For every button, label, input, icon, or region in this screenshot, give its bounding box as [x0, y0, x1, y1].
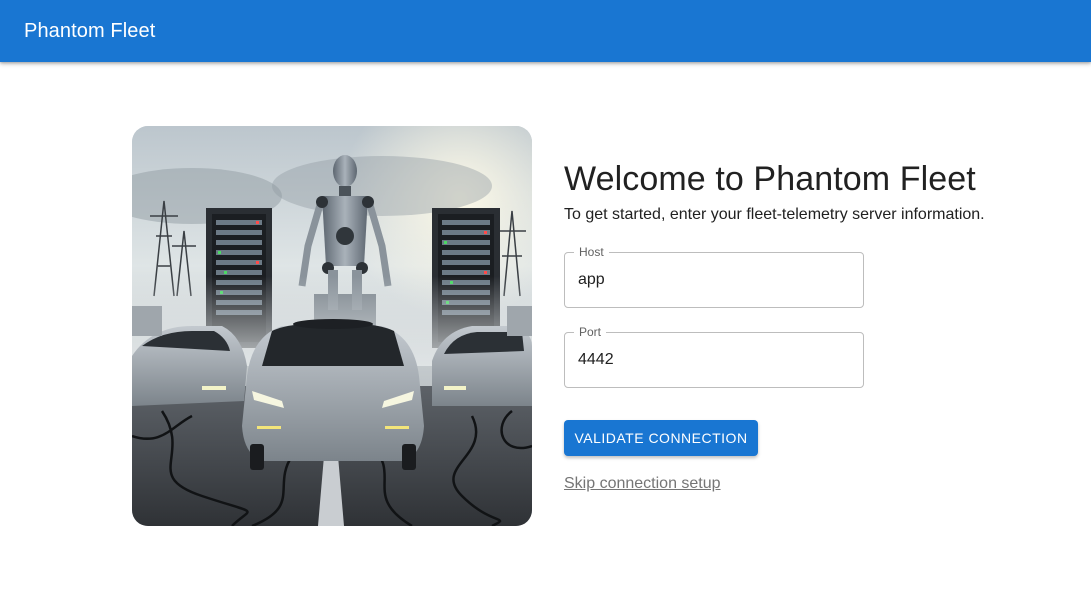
host-input[interactable]	[578, 253, 848, 307]
welcome-title: Welcome to Phantom Fleet	[564, 160, 976, 198]
hero-illustration	[132, 126, 532, 526]
app-bar: Phantom Fleet	[0, 0, 1091, 62]
host-field[interactable]: Host	[564, 245, 864, 308]
app-title: Phantom Fleet	[24, 19, 156, 42]
port-field[interactable]: Port	[564, 325, 864, 388]
skip-connection-setup-link[interactable]: Skip connection setup	[564, 475, 721, 493]
port-input[interactable]	[578, 333, 848, 387]
validate-connection-button[interactable]: VALIDATE CONNECTION	[564, 420, 758, 456]
welcome-subtitle: To get started, enter your fleet-telemet…	[564, 206, 985, 223]
robot-fleet-illustration-icon	[132, 126, 532, 526]
